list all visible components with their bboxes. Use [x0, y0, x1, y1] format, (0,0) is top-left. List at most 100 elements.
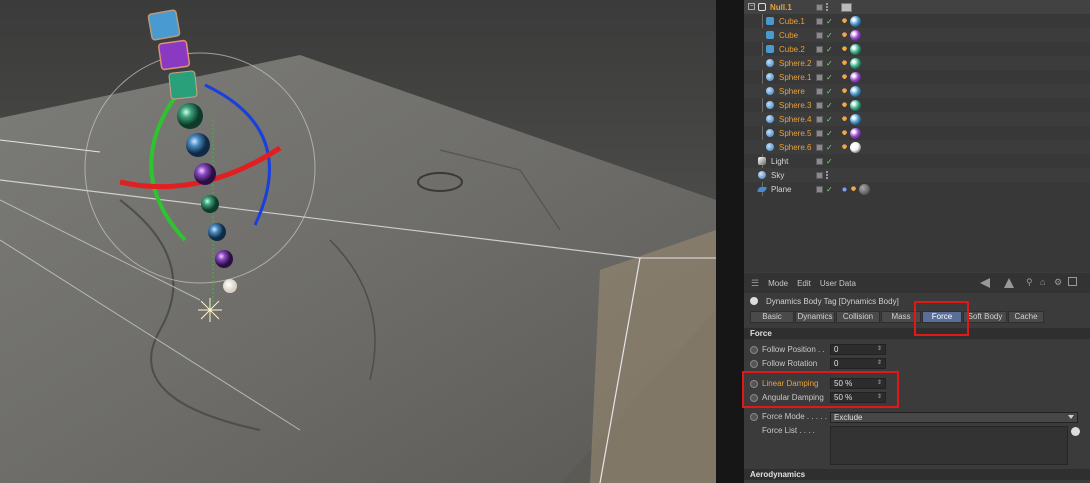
enabled-check-icon[interactable]: ✓ — [826, 129, 833, 138]
material-tag-icon[interactable] — [850, 85, 861, 97]
tab-basic[interactable]: Basic — [750, 311, 794, 323]
menu-user-data[interactable]: User Data — [820, 279, 856, 288]
object-tags[interactable] — [841, 141, 861, 153]
material-tag-icon[interactable] — [850, 127, 861, 139]
layer-box-icon[interactable] — [816, 45, 823, 53]
object-tags[interactable] — [841, 127, 861, 139]
animate-radio-icon[interactable] — [750, 359, 758, 368]
animate-radio-icon[interactable] — [750, 345, 758, 354]
object-row[interactable]: Plane ✓ — [744, 182, 1090, 196]
dynamics-tag-icon[interactable] — [841, 44, 848, 54]
dynamics-tag-icon[interactable] — [841, 58, 848, 68]
search-icon[interactable]: ⚲ — [1026, 277, 1033, 288]
object-row[interactable]: Sphere.4 ✓ — [744, 112, 1090, 126]
object-row[interactable]: Cube.1 ✓ — [744, 14, 1090, 28]
visibility-flags[interactable]: ✓ — [816, 157, 833, 166]
force-mode-select[interactable]: Exclude — [830, 412, 1078, 423]
back-arrow-icon[interactable] — [980, 278, 990, 288]
material-tag-icon[interactable] — [850, 43, 861, 55]
menu-mode[interactable]: Mode — [768, 279, 788, 288]
object-tags[interactable] — [841, 99, 861, 111]
spinner-arrows-icon[interactable]: ⇕ — [877, 345, 882, 354]
dynamics-tag-icon[interactable] — [841, 128, 848, 138]
visibility-flags[interactable]: ✓ — [816, 143, 833, 152]
spinner-arrows-icon[interactable]: ⇕ — [877, 359, 882, 368]
layer-box-icon[interactable] — [816, 59, 823, 67]
object-row[interactable]: Sphere.1 ✓ — [744, 70, 1090, 84]
material-tag-icon[interactable] — [850, 57, 861, 69]
dynamics-tag-icon[interactable] — [841, 114, 848, 124]
material-tag-icon[interactable] — [850, 141, 861, 153]
layer-box-icon[interactable] — [816, 87, 823, 95]
enabled-check-icon[interactable]: ✓ — [826, 17, 833, 26]
up-arrow-icon[interactable] — [1004, 278, 1014, 288]
layer-box-icon[interactable] — [816, 17, 823, 25]
expand-collapse-icon[interactable]: – — [748, 3, 755, 10]
dynamics-tag-icon[interactable] — [841, 72, 848, 82]
field-value-input[interactable]: 0 ⇕ — [830, 358, 886, 369]
visibility-flags[interactable]: ✓ — [816, 115, 833, 124]
visibility-flags[interactable]: ✓ — [816, 17, 833, 26]
object-row[interactable]: Cube ✓ — [744, 28, 1090, 42]
visibility-dots-icon[interactable] — [826, 171, 828, 179]
enabled-check-icon[interactable]: ✓ — [826, 45, 833, 54]
visibility-flags[interactable]: ✓ — [816, 129, 833, 138]
object-tags[interactable] — [841, 2, 852, 12]
enabled-check-icon[interactable]: ✓ — [826, 73, 833, 82]
object-tags[interactable] — [841, 85, 861, 97]
material-tag-icon[interactable] — [850, 71, 861, 83]
object-row[interactable]: Sphere.5 ✓ — [744, 126, 1090, 140]
material-tag-icon[interactable] — [850, 99, 861, 111]
tab-soft-body[interactable]: Soft Body — [963, 311, 1007, 323]
layer-box-icon[interactable] — [816, 115, 823, 123]
layer-box-icon[interactable] — [816, 73, 823, 81]
layer-box-icon[interactable] — [816, 101, 823, 109]
object-row-null[interactable]: – Null.1 — [744, 0, 1090, 14]
menu-edit[interactable]: Edit — [797, 279, 811, 288]
material-tag-icon[interactable] — [850, 15, 861, 27]
dynamics-tag-icon[interactable] — [841, 30, 848, 40]
dynamics-tag-icon[interactable] — [850, 184, 857, 194]
object-tags[interactable] — [841, 113, 861, 125]
object-row[interactable]: Sphere ✓ — [744, 84, 1090, 98]
lock-icon[interactable]: ⌂ — [1040, 277, 1045, 287]
layer-box-icon[interactable] — [816, 143, 823, 151]
enabled-check-icon[interactable]: ✓ — [826, 115, 833, 124]
pick-arrow-icon[interactable] — [1071, 427, 1080, 436]
enabled-check-icon[interactable]: ✓ — [826, 87, 833, 96]
dynamics-tag-icon[interactable] — [841, 86, 848, 96]
tab-collision[interactable]: Collision — [836, 311, 880, 323]
enabled-check-icon[interactable]: ✓ — [826, 185, 833, 194]
collider-tag-icon[interactable] — [841, 184, 848, 194]
field-value-input[interactable]: 0 ⇕ — [830, 344, 886, 355]
tab-dynamics[interactable]: Dynamics — [795, 311, 835, 323]
visibility-flags[interactable] — [816, 3, 828, 11]
material-tag-icon[interactable] — [859, 183, 870, 195]
layer-box-icon[interactable] — [816, 129, 823, 137]
object-tags[interactable] — [841, 29, 861, 41]
layer-box-icon[interactable] — [816, 185, 823, 193]
object-tags[interactable] — [841, 71, 861, 83]
enabled-check-icon[interactable]: ✓ — [826, 157, 833, 166]
object-row[interactable]: Sky — [744, 168, 1090, 182]
object-manager[interactable]: – Null.1 Cube.1 ✓ Cube ✓ Cube.2 ✓ Sphere.2 ✓ Sph… — [744, 0, 1090, 272]
settings-icon[interactable]: ⚙ — [1054, 277, 1062, 288]
new-panel-icon[interactable] — [1068, 277, 1077, 286]
dynamics-tag-icon[interactable] — [841, 142, 848, 152]
layer-box-icon[interactable] — [816, 157, 823, 165]
visibility-flags[interactable]: ✓ — [816, 59, 833, 68]
object-row[interactable]: Cube.2 ✓ — [744, 42, 1090, 56]
object-tags[interactable] — [841, 43, 861, 55]
tab-cache[interactable]: Cache — [1008, 311, 1044, 323]
3d-viewport[interactable] — [0, 0, 716, 483]
object-tags[interactable] — [841, 57, 861, 69]
object-row[interactable]: Sphere.3 ✓ — [744, 98, 1090, 112]
enabled-check-icon[interactable]: ✓ — [826, 31, 833, 40]
dynamics-tag-icon[interactable] — [841, 100, 848, 110]
object-tags[interactable] — [841, 183, 870, 195]
enabled-check-icon[interactable]: ✓ — [826, 101, 833, 110]
object-row[interactable]: Sphere.6 ✓ — [744, 140, 1090, 154]
material-tag-icon[interactable] — [850, 29, 861, 41]
enabled-check-icon[interactable]: ✓ — [826, 59, 833, 68]
layer-box-icon[interactable] — [816, 31, 823, 39]
